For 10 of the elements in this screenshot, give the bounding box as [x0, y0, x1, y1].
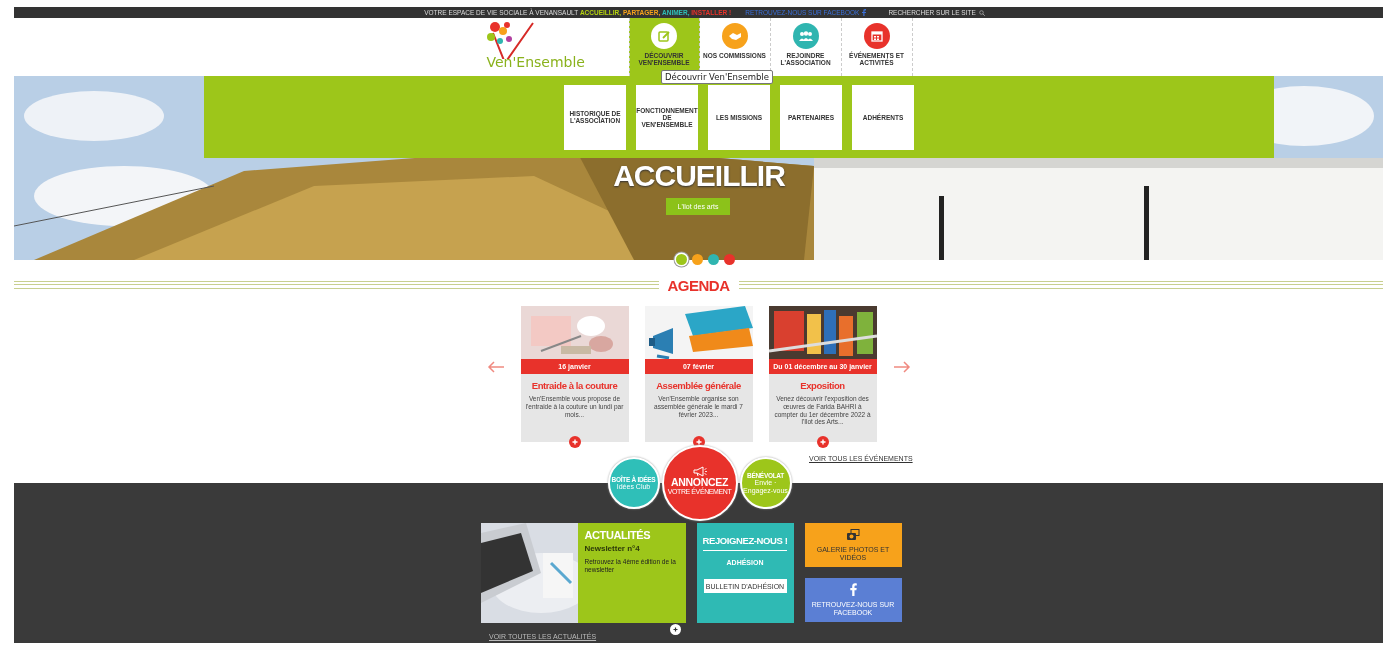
slide-title: ACCUEILLIR: [612, 160, 786, 192]
news-title: Newsletter n°4: [584, 544, 641, 553]
news-heading: ACTUALITÉS: [584, 529, 652, 541]
hover-tooltip: Découvrir Ven'Ensemble: [661, 70, 773, 84]
event-title: Assemblée générale: [656, 380, 741, 391]
event-title: Entraide à la couture: [531, 380, 618, 391]
join-title: REJOIGNEZ-NOUS !: [702, 535, 788, 551]
action-title: ANNONCEZ: [670, 476, 729, 488]
section-title: AGENDA: [666, 276, 731, 294]
event-title: Exposition: [800, 380, 845, 391]
